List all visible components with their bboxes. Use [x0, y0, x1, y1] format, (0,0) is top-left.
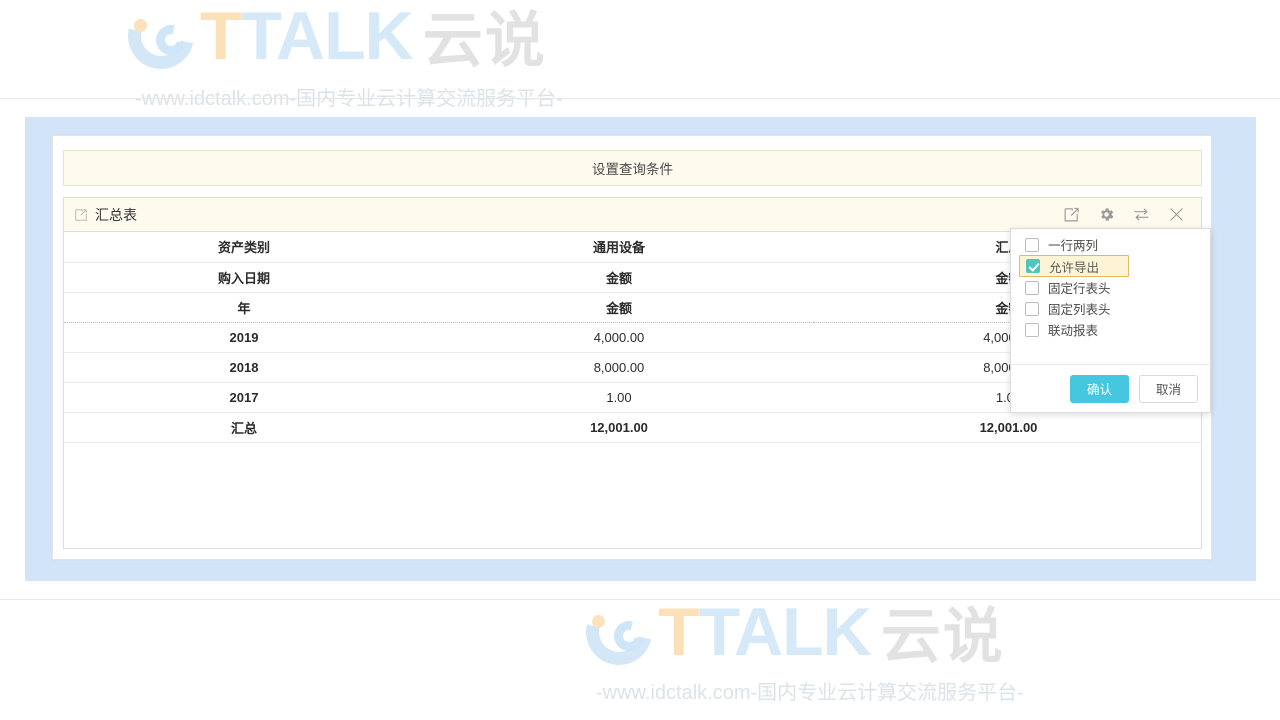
row-label: 2019	[64, 322, 424, 353]
edit-icon[interactable]	[74, 208, 88, 222]
gear-icon[interactable]	[1098, 206, 1115, 223]
row-label: 2017	[64, 382, 424, 413]
close-icon[interactable]	[1168, 206, 1185, 223]
checkbox[interactable]	[1025, 322, 1039, 337]
query-condition-bar[interactable]: 设置查询条件	[63, 150, 1202, 186]
header-cell: 年	[64, 292, 424, 323]
row-label: 2018	[64, 352, 424, 383]
table-total-row: 汇总 12,001.00 12,001.00	[64, 412, 1203, 443]
option-fixed-column-header[interactable]: 固定列表头	[1019, 298, 1210, 319]
option-linked-report[interactable]: 联动报表	[1019, 319, 1210, 340]
edit-icon[interactable]	[1063, 206, 1080, 223]
option-label: 允许导出	[1049, 260, 1100, 275]
total-label: 汇总	[64, 412, 424, 443]
confirm-button[interactable]: 确认	[1069, 374, 1129, 403]
option-label: 固定行表头	[1048, 282, 1111, 296]
option-one-row-two-columns[interactable]: 一行两列	[1019, 234, 1210, 255]
checkbox[interactable]	[1025, 237, 1039, 252]
header-cell: 金额	[424, 292, 814, 323]
watermark-brand-cn-2: 云说	[880, 603, 1005, 670]
option-allow-export[interactable]: 允许导出	[1019, 255, 1129, 277]
checkbox[interactable]	[1025, 301, 1039, 316]
watermark-logo-mark-2	[573, 586, 665, 677]
row-value: 8,000.00	[424, 352, 814, 383]
report-header: 汇总表	[64, 198, 1201, 232]
watermark-logo-mark	[115, 0, 207, 81]
header-cell: 通用设备	[424, 232, 814, 263]
option-fixed-row-header[interactable]: 固定行表头	[1019, 277, 1210, 298]
option-label: 一行两列	[1048, 239, 1099, 253]
header-cell: 购入日期	[64, 262, 424, 293]
row-value: 4,000.00	[424, 322, 814, 353]
total-value: 12,001.00	[814, 412, 1203, 443]
option-label: 联动报表	[1048, 324, 1099, 338]
report-title: 汇总表	[95, 206, 137, 223]
header-cell: 金额	[424, 262, 814, 293]
settings-option-list: 一行两列 允许导出 固定行表头 固定列表头 联动报表	[1011, 229, 1210, 340]
watermark-top: TTALK 云说	[115, 0, 547, 81]
watermark-bottom: TTALK 云说	[573, 586, 1005, 677]
report-settings-popup: 一行两列 允许导出 固定行表头 固定列表头 联动报表 确认 取消	[1010, 228, 1211, 413]
row-value: 1.00	[424, 382, 814, 413]
popup-footer: 确认 取消	[1011, 364, 1210, 412]
watermark-brand: TTALK	[200, 0, 414, 75]
watermark-brand-text: TALK	[240, 0, 414, 74]
checkbox[interactable]	[1025, 280, 1039, 295]
checkbox[interactable]	[1026, 259, 1040, 273]
header-cell: 资产类别	[64, 232, 424, 263]
report-toolbar	[1063, 206, 1193, 223]
query-condition-label: 设置查询条件	[592, 162, 673, 177]
total-value: 12,001.00	[424, 412, 814, 443]
watermark-brand-text-2: TALK	[698, 593, 872, 670]
swap-icon[interactable]	[1133, 206, 1150, 223]
watermark-brand-2: TTALK	[658, 593, 872, 670]
option-label: 固定列表头	[1048, 303, 1111, 317]
cancel-button[interactable]: 取消	[1138, 374, 1198, 403]
watermark-tagline-bottom: -www.idctalk.com-国内专业云计算交流服务平台-	[596, 682, 1024, 704]
watermark-brand-cn: 云说	[422, 7, 547, 74]
